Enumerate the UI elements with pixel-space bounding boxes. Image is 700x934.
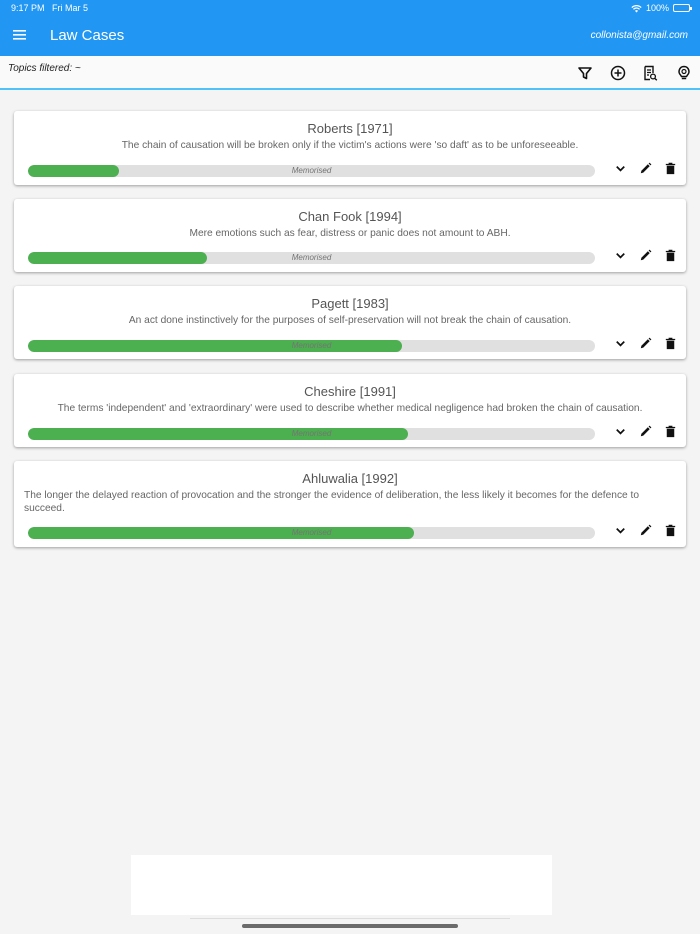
case-card[interactable]: Chan Fook [1994] Mere emotions such as f… (14, 199, 686, 272)
filter-toolbar: Topics filtered: ~ (0, 56, 700, 90)
card-actions (613, 336, 678, 351)
progress-label: Memorised (291, 166, 332, 175)
menu-icon[interactable] (12, 27, 28, 43)
home-indicator[interactable] (242, 924, 458, 928)
edit-icon[interactable] (638, 523, 653, 538)
progress-label: Memorised (291, 429, 332, 438)
delete-icon[interactable] (663, 336, 678, 351)
battery-icon (673, 4, 692, 12)
case-description: The chain of causation will be broken on… (121, 140, 579, 151)
chevron-down-icon[interactable] (613, 248, 628, 263)
case-description: The terms 'independent' and 'extraordina… (57, 403, 643, 414)
edit-icon[interactable] (638, 248, 653, 263)
app-title: Law Cases (50, 27, 125, 44)
wifi-icon (631, 4, 642, 13)
progress-label: Memorised (291, 341, 332, 350)
lightbulb-icon[interactable] (675, 64, 693, 82)
status-indicators: 100% (631, 3, 692, 13)
divider (190, 918, 510, 919)
case-description: An act done instinctively for the purpos… (128, 315, 572, 326)
case-title: Cheshire [1991] (304, 384, 396, 399)
battery-percent: 100% (645, 3, 669, 13)
memorised-progress-bar: Memorised (28, 252, 595, 264)
progress-label: Memorised (291, 528, 332, 537)
case-card[interactable]: Ahluwalia [1992] The longer the delayed … (14, 461, 686, 547)
bottom-blank-panel (131, 855, 552, 915)
delete-icon[interactable] (663, 523, 678, 538)
search-document-icon[interactable] (641, 64, 659, 82)
memorised-progress-bar: Memorised (28, 428, 595, 440)
delete-icon[interactable] (663, 424, 678, 439)
add-circle-icon[interactable] (609, 64, 627, 82)
card-actions (613, 248, 678, 263)
edit-icon[interactable] (638, 161, 653, 176)
memorised-progress-bar: Memorised (28, 340, 595, 352)
app-bar: 9:17 PM Fri Mar 5 100% Law Cases colloni… (0, 0, 700, 56)
case-title: Roberts [1971] (307, 121, 393, 136)
chevron-down-icon[interactable] (613, 424, 628, 439)
chevron-down-icon[interactable] (613, 523, 628, 538)
case-card[interactable]: Roberts [1971] The chain of causation wi… (14, 111, 686, 185)
case-card[interactable]: Cheshire [1991] The terms 'independent' … (14, 374, 686, 447)
memorised-progress-bar: Memorised (28, 165, 595, 177)
case-description: The longer the delayed reaction of provo… (24, 490, 640, 514)
card-actions (613, 424, 678, 439)
card-actions (613, 523, 678, 538)
delete-icon[interactable] (663, 248, 678, 263)
topics-filtered-label: Topics filtered: ~ (8, 63, 81, 74)
status-time: 9:17 PM Fri Mar 5 (11, 3, 89, 13)
case-title: Ahluwalia [1992] (302, 471, 398, 486)
filter-icon[interactable] (576, 64, 594, 82)
memorised-progress-bar: Memorised (28, 527, 595, 539)
status-date: Fri Mar 5 (52, 3, 89, 13)
case-title: Pagett [1983] (311, 296, 389, 311)
case-title: Chan Fook [1994] (298, 209, 402, 224)
chevron-down-icon[interactable] (613, 336, 628, 351)
progress-label: Memorised (291, 253, 332, 262)
delete-icon[interactable] (663, 161, 678, 176)
card-actions (613, 161, 678, 176)
user-email: collonista@gmail.com (590, 30, 688, 41)
case-description: Mere emotions such as fear, distress or … (189, 228, 511, 239)
chevron-down-icon[interactable] (613, 161, 628, 176)
edit-icon[interactable] (638, 336, 653, 351)
edit-icon[interactable] (638, 424, 653, 439)
case-card[interactable]: Pagett [1983] An act done instinctively … (14, 286, 686, 359)
